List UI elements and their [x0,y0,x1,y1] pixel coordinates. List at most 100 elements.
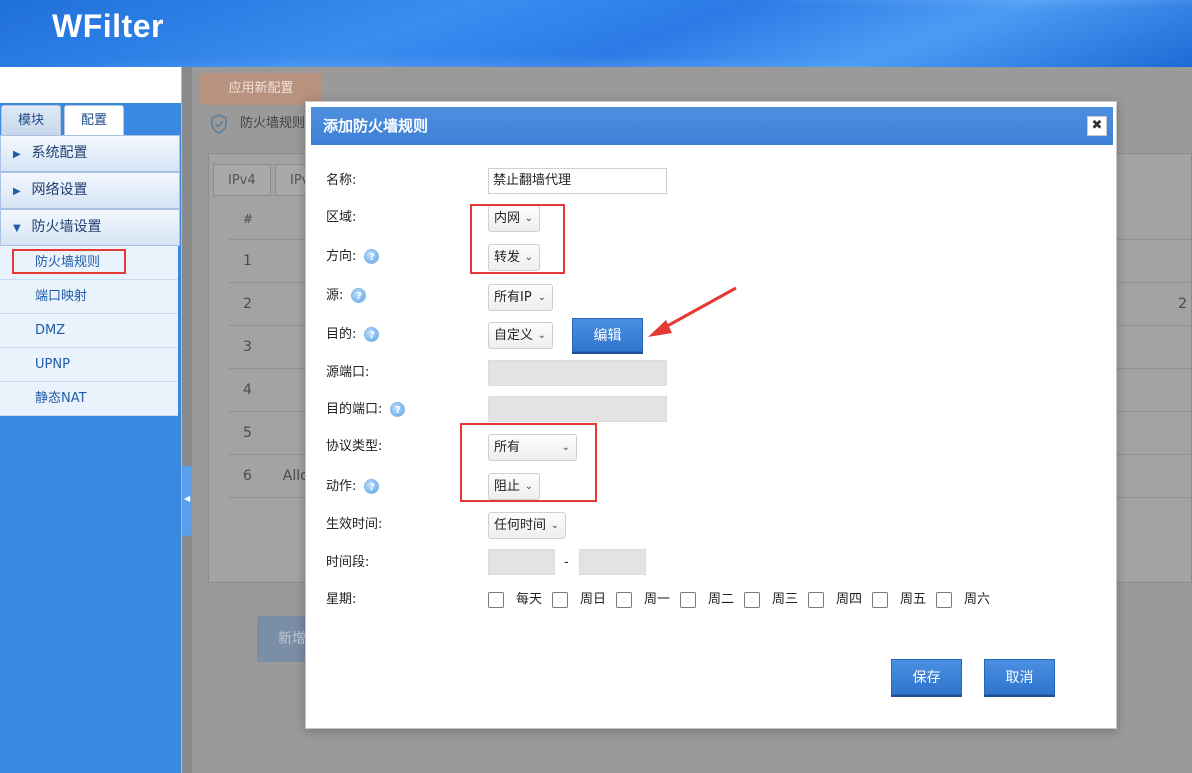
destination-label-text: 目的: [326,327,357,342]
weekday-label-fri: 周五 [900,592,927,607]
row-extra: 2 [1178,296,1187,312]
sidebar-item-firewall-rules[interactable]: 防火墙规则 [0,246,178,280]
close-icon: ✖ [1091,118,1103,133]
menu-group-label: 系统配置 [31,145,88,161]
name-input[interactable]: 禁止翻墙代理 [488,168,667,194]
sidebar-item-static-nat[interactable]: 静态NAT [0,382,178,416]
zone-direction-highlight [470,204,565,274]
tab-config[interactable]: 配置 [64,105,124,135]
source-label-text: 源: [326,288,344,303]
dest-port-label: 目的端口:? [326,398,406,422]
close-button[interactable]: ✖ [1087,116,1107,136]
header-decoration [0,0,1192,67]
sidebar-item-label: 端口映射 [35,289,88,304]
sidebar-item-port-mapping[interactable]: 端口映射 [0,280,178,314]
name-label: 名称: [326,173,357,188]
weekday-label-sat: 周六 [964,592,991,607]
chevron-left-icon: ◀ [184,494,191,503]
weekday-label-everyday: 每天 [516,592,543,607]
action-label: 动作:? [326,475,380,499]
weekday-checkbox-mon[interactable] [616,592,632,608]
weekday-checkbox-tue[interactable] [680,592,696,608]
caret-right-icon: ▶ [13,186,21,197]
help-icon[interactable]: ? [364,327,380,342]
time-range-end [579,549,646,575]
breadcrumb-label: 防火墙规则 [240,116,306,131]
tab-ipv4[interactable]: IPv4 [213,164,271,196]
time-range-start [488,549,555,575]
row-num: 5 [243,425,252,441]
tab-modules[interactable]: 模块 [1,105,61,135]
weekday-label-mon: 周一 [644,592,671,607]
weekday-label-thu: 周四 [836,592,863,607]
effective-time-value: 任何时间 [494,518,547,533]
protocol-label: 协议类型: [326,439,383,454]
chevron-down-icon: ⌄ [550,520,559,531]
menu-group-label: 防火墙设置 [31,219,102,235]
menu-group-label: 网络设置 [31,182,88,198]
chevron-down-icon: ⌄ [537,330,546,341]
action-label-text: 动作: [326,479,357,494]
caret-down-icon: ▼ [13,223,21,234]
weekday-checkbox-sun[interactable] [552,592,568,608]
help-icon[interactable]: ? [364,479,380,494]
weekday-label-tue: 周二 [708,592,735,607]
source-select[interactable]: 所有IP ⌄ [488,284,553,311]
direction-label: 方向:? [326,245,380,269]
cancel-button[interactable]: 取消 [984,659,1055,695]
weekday-label: 星期: [326,592,357,607]
help-icon[interactable]: ? [364,249,380,264]
save-button[interactable]: 保存 [891,659,962,695]
help-icon[interactable]: ? [390,402,406,417]
sidebar-item-dmz[interactable]: DMZ [0,314,178,348]
annotation-arrow-icon [648,286,737,337]
menu-group-firewall-settings[interactable]: ▼ 防火墙设置 [0,209,180,246]
highlight-box [12,249,126,274]
row-num: 6 [243,468,252,484]
sidebar-collapse-handle[interactable]: ◀ [182,466,192,536]
sidebar-item-upnp[interactable]: UPNP [0,348,178,382]
help-icon[interactable]: ? [351,288,367,303]
shield-icon [211,114,227,134]
dialog-title-bar: 添加防火墙规则 ✖ [311,107,1113,145]
effective-time-select[interactable]: 任何时间 ⌄ [488,512,566,539]
time-range-separator: - [564,555,569,570]
weekday-checkbox-sat[interactable] [936,592,952,608]
sidebar-item-label: DMZ [35,323,66,338]
chevron-down-icon: ⌄ [537,292,546,303]
breadcrumb: 防火墙规则 [200,111,305,137]
source-label: 源:? [326,284,367,308]
destination-value: 自定义 [494,328,534,343]
source-port-input [488,360,667,386]
apply-config-button[interactable]: 应用新配置 [200,73,322,105]
menu-group-network-settings[interactable]: ▶ 网络设置 [0,172,180,209]
source-value: 所有IP [494,290,532,305]
source-port-label: 源端口: [326,365,370,380]
time-range-label: 时间段: [326,555,370,570]
dest-port-label-text: 目的端口: [326,402,383,417]
edit-button[interactable]: 编辑 [572,318,643,352]
weekday-checkbox-thu[interactable] [808,592,824,608]
weekday-label-wed: 周三 [772,592,799,607]
weekday-label-sun: 周日 [580,592,607,607]
weekday-checkbox-wed[interactable] [744,592,760,608]
app-logo: WFilter [52,8,164,44]
row-num: 2 [243,296,252,312]
menu-group-system-config[interactable]: ▶ 系统配置 [0,135,180,172]
direction-label-text: 方向: [326,249,357,264]
weekday-checkbox-everyday[interactable] [488,592,504,608]
row-num: 4 [243,382,252,398]
row-num: 3 [243,339,252,355]
zone-label: 区域: [326,210,357,225]
destination-label: 目的:? [326,323,380,347]
sidebar-menu: ▶ 系统配置 ▶ 网络设置 ▼ 防火墙设置 防火墙规则 端口映射 DMZ UPN… [0,135,180,416]
row-num: 1 [243,253,252,269]
dest-port-input [488,396,667,422]
destination-select[interactable]: 自定义 ⌄ [488,322,553,349]
sidebar-top [0,67,181,103]
sidebar: 模块 配置 ▶ 系统配置 ▶ 网络设置 ▼ 防火墙设置 防火墙规则 端口映射 D… [0,67,182,773]
app-header: WFilter [0,0,1192,67]
add-firewall-rule-dialog: 添加防火墙规则 ✖ 名称: 禁止翻墙代理 区域: 内网 ⌄ 方向:? 转发 ⌄ … [305,101,1117,729]
weekday-checkbox-fri[interactable] [872,592,888,608]
col-num-header: # [243,212,254,226]
